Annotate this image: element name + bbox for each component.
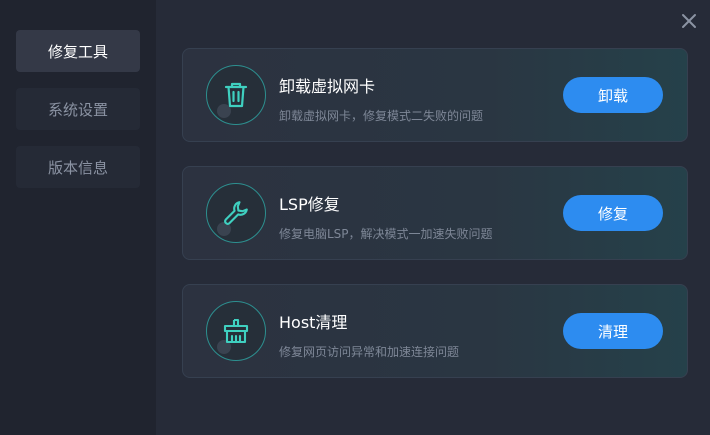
- card-icon-badge: [206, 65, 266, 125]
- repair-button[interactable]: 修复: [563, 195, 663, 231]
- card-title: 卸载虚拟网卡: [279, 77, 376, 96]
- card-uninstall-virtual-nic: 卸载虚拟网卡 卸载虚拟网卡，修复模式二失败的问题 卸载: [182, 48, 688, 142]
- close-button[interactable]: [678, 10, 700, 32]
- trash-icon: [224, 82, 248, 108]
- card-lsp-repair: LSP修复 修复电脑LSP，解决模式一加速失败问题 修复: [182, 166, 688, 260]
- cleanup-button[interactable]: 清理: [563, 313, 663, 349]
- wrench-icon: [224, 201, 248, 225]
- card-title: Host清理: [279, 313, 348, 332]
- close-icon: [682, 14, 696, 28]
- card-icon-badge: [206, 183, 266, 243]
- card-icon-badge: [206, 301, 266, 361]
- card-description: 修复网页访问异常和加速连接问题: [279, 345, 460, 359]
- sidebar-item-version-info[interactable]: 版本信息: [16, 146, 140, 188]
- card-description: 卸载虚拟网卡，修复模式二失败的问题: [279, 109, 484, 123]
- uninstall-button[interactable]: 卸载: [563, 77, 663, 113]
- sidebar: 修复工具 系统设置 版本信息: [0, 0, 156, 435]
- sidebar-item-repair-tools[interactable]: 修复工具: [16, 30, 140, 72]
- card-description: 修复电脑LSP，解决模式一加速失败问题: [279, 227, 493, 241]
- broom-icon: [223, 318, 249, 344]
- card-host-cleanup: Host清理 修复网页访问异常和加速连接问题 清理: [182, 284, 688, 378]
- card-title: LSP修复: [279, 195, 340, 214]
- sidebar-item-system-settings[interactable]: 系统设置: [16, 88, 140, 130]
